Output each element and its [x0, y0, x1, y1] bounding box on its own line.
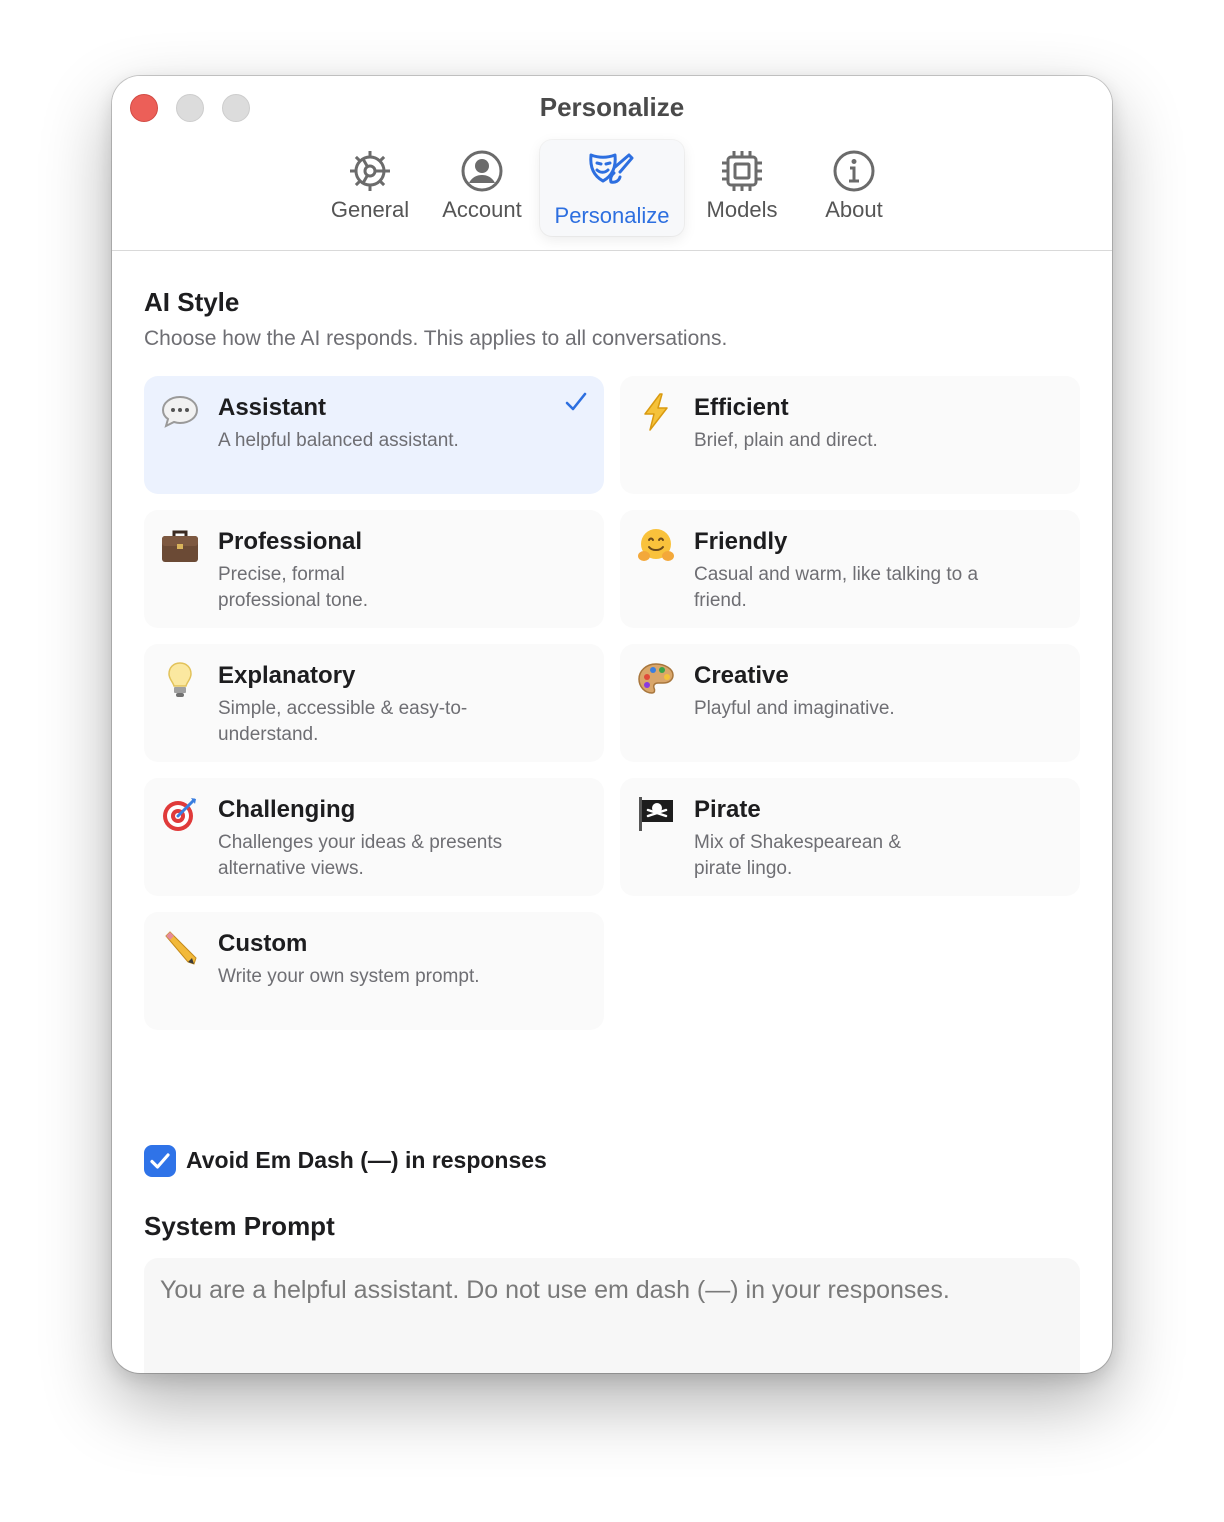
style-desc: Write your own system prompt. [218, 966, 480, 987]
tab-models-label: Models [706, 197, 778, 222]
ai-style-subtitle: Choose how the AI responds. This applies… [144, 327, 728, 350]
style-title: Custom [218, 930, 308, 957]
tab-general-label: General [330, 197, 410, 222]
style-desc: Brief, plain and direct. [694, 430, 878, 451]
speech-bubble-icon [161, 395, 199, 428]
style-card-creative[interactable]: Creative Playful and imaginative. [620, 644, 1080, 762]
window-title: Personalize [539, 92, 685, 122]
gear-icon [350, 151, 390, 191]
tab-personalize[interactable]: Personalize [540, 140, 684, 236]
style-card-friendly[interactable]: Friendly Casual and warm, like talking t… [620, 510, 1080, 628]
system-prompt-textarea[interactable]: You are a helpful assistant. Do not use … [144, 1258, 1080, 1373]
checkmark-icon [565, 392, 587, 411]
palette-icon [638, 663, 674, 694]
avoid-em-dash-label: Avoid Em Dash (—) in responses [186, 1147, 547, 1173]
style-title: Creative [694, 662, 789, 689]
style-desc: Playful and imaginative. [694, 698, 895, 719]
style-card-professional[interactable]: Professional Precise, formal professiona… [144, 510, 604, 628]
style-title: Efficient [694, 394, 789, 421]
style-desc: Mix of Shakespearean & pirate lingo. [694, 832, 902, 879]
system-prompt-heading: System Prompt [144, 1211, 335, 1241]
style-desc: Precise, formal professional tone. [218, 564, 368, 611]
tab-personalize-label: Personalize [554, 203, 670, 228]
style-card-challenging[interactable]: Challenging Challenges your ideas & pres… [144, 778, 604, 896]
style-desc: A helpful balanced assistant. [218, 430, 459, 451]
person-circle-icon [461, 150, 503, 192]
info-circle-icon [833, 150, 875, 192]
briefcase-icon [162, 530, 198, 562]
style-title: Professional [218, 528, 363, 555]
tab-account[interactable]: Account [432, 140, 532, 236]
pirate-flag-icon [639, 797, 673, 831]
lightbulb-icon [168, 662, 192, 697]
style-title: Pirate [694, 796, 761, 823]
settings-window: Personalize General Account Personalize … [112, 76, 1112, 1373]
style-card-efficient[interactable]: Efficient Brief, plain and direct. [620, 376, 1080, 494]
tab-models[interactable]: Models [692, 140, 792, 236]
style-desc: Simple, accessible & easy-to-understand. [218, 698, 468, 745]
style-title: Explanatory [218, 662, 356, 689]
style-card-pirate[interactable]: Pirate Mix of Shakespearean & pirate lin… [620, 778, 1080, 896]
titlebar: Personalize General Account Personalize … [112, 76, 1112, 251]
style-title: Friendly [694, 528, 788, 555]
target-dart-icon [163, 798, 196, 831]
style-card-assistant[interactable]: Assistant A helpful balanced assistant. [144, 376, 604, 494]
pencil-icon [165, 931, 197, 965]
style-desc: Casual and warm, like talking to a frien… [694, 564, 979, 611]
toolbar-tabs: General Account Personalize Models About [112, 140, 1112, 236]
lightning-icon [644, 393, 668, 431]
tab-about[interactable]: About [804, 140, 904, 236]
ai-style-heading: AI Style [144, 287, 240, 317]
style-title: Challenging [218, 796, 356, 823]
tab-general[interactable]: General [320, 140, 420, 236]
cpu-chip-icon [722, 151, 762, 191]
style-desc: Challenges your ideas & presents alterna… [218, 832, 503, 879]
tab-about-label: About [825, 197, 883, 222]
style-card-explanatory[interactable]: Explanatory Simple, accessible & easy-to… [144, 644, 604, 762]
checkmark-icon [150, 1153, 170, 1169]
tab-account-label: Account [442, 197, 522, 222]
avoid-em-dash-checkbox[interactable] [144, 1145, 176, 1177]
style-card-custom[interactable]: Custom Write your own system prompt. [144, 912, 604, 1030]
hugging-face-icon [638, 529, 674, 561]
style-title: Assistant [218, 394, 327, 421]
theater-masks-icon [589, 153, 634, 184]
